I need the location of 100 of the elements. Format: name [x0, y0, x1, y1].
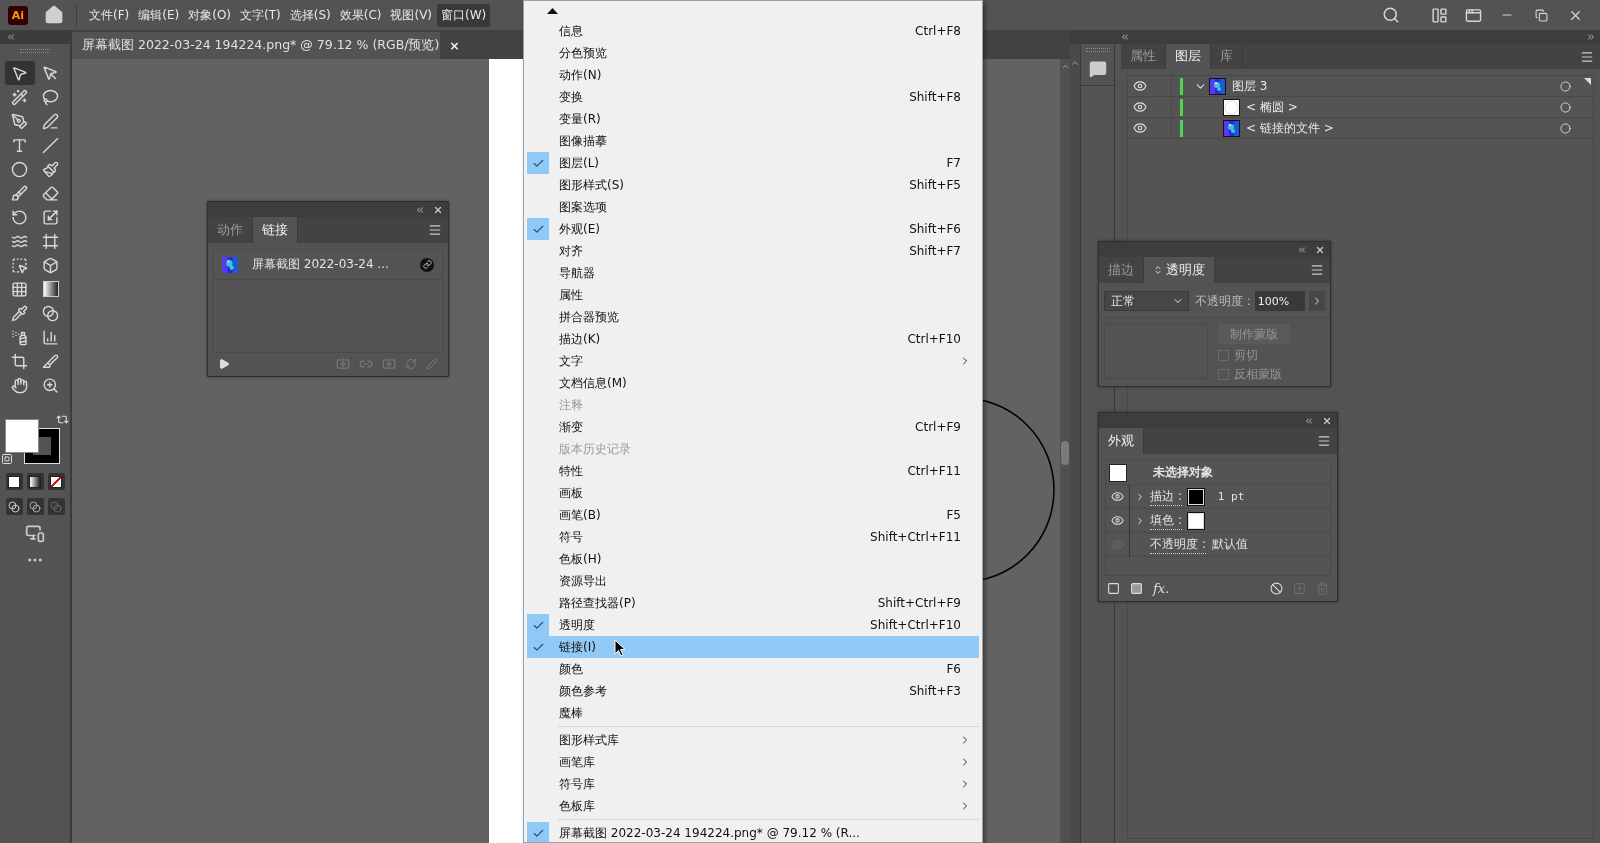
home-icon[interactable] — [44, 5, 64, 25]
panel-tab[interactable]: 链接 — [253, 217, 298, 243]
blend-mode-select[interactable]: 正常 — [1104, 291, 1189, 311]
menu-item[interactable]: 路径查找器(P) Shift+Ctrl+F9 — [527, 592, 979, 614]
type-icon[interactable] — [11, 136, 28, 154]
magic-wand-icon[interactable] — [11, 88, 28, 106]
add-fill-icon[interactable] — [1130, 582, 1143, 595]
layer-name[interactable]: < 椭圆 > — [1246, 98, 1298, 116]
direct-selection-icon[interactable] — [42, 64, 59, 82]
menu-item[interactable]: 分色预览 — [527, 42, 979, 64]
menu-item[interactable]: 文字 — [527, 350, 979, 372]
panel-tab[interactable]: 库 — [1211, 44, 1243, 69]
menu-icon[interactable] — [428, 223, 442, 237]
close-icon[interactable] — [1315, 244, 1325, 255]
scrollbar[interactable] — [1060, 59, 1070, 843]
line-icon[interactable] — [42, 136, 59, 154]
menu-item[interactable]: 颜色参考 Shift+F3 — [527, 680, 979, 702]
target-icon[interactable] — [1560, 80, 1571, 92]
search-icon[interactable] — [1382, 6, 1400, 24]
menu-item[interactable]: 图像描摹 — [527, 130, 979, 152]
close-icon[interactable] — [1322, 415, 1332, 426]
menu-item[interactable]: 画板 — [527, 482, 979, 504]
menu-item[interactable]: 变换 Shift+F8 — [527, 86, 979, 108]
symbol-sprayer-icon[interactable] — [11, 328, 28, 346]
blend-icon[interactable] — [42, 304, 59, 322]
none-mode-icon[interactable] — [50, 475, 62, 488]
rotate-icon[interactable] — [11, 208, 28, 226]
curvature-pen-icon[interactable] — [42, 112, 59, 130]
panel-tab[interactable]: 透明度 — [1144, 257, 1215, 283]
attribute-link[interactable]: 填色 : — [1150, 511, 1182, 530]
draw-normal-icon[interactable] — [8, 500, 20, 513]
menu-title[interactable]: 文字(T) — [236, 3, 285, 27]
menu-item[interactable]: 拼合器预览 — [527, 306, 979, 328]
menu-item[interactable]: 变量(R) — [527, 108, 979, 130]
opacity-stepper-button[interactable] — [1308, 291, 1325, 311]
menu-icon[interactable] — [1317, 434, 1331, 448]
layer-name[interactable]: 图层 3 — [1232, 77, 1268, 95]
menu-item[interactable]: 资源导出 — [527, 570, 979, 592]
restore-icon[interactable] — [1534, 8, 1548, 22]
color-swatch[interactable] — [1187, 512, 1204, 529]
add-stroke-icon[interactable] — [1107, 582, 1120, 595]
attribute-link[interactable]: 描边 : — [1150, 487, 1182, 506]
menu-item[interactable]: 屏幕截图 2022-03-24 194224.png* @ 79.12 % (R... — [527, 822, 979, 842]
eye-icon[interactable] — [1133, 121, 1147, 135]
collapse-icon[interactable] — [1120, 32, 1130, 42]
collapse-icon[interactable] — [1297, 244, 1307, 255]
menu-title[interactable]: 文件(F) — [85, 3, 134, 27]
opacity-field[interactable]: 100% — [1254, 291, 1305, 311]
menu-item[interactable]: 图形样式库 — [527, 729, 979, 751]
scale-icon[interactable] — [42, 208, 59, 226]
bar-chart-icon[interactable] — [42, 328, 59, 346]
layer-name[interactable]: < 链接的文件 > — [1246, 119, 1334, 137]
menu-item[interactable]: 色板库 — [527, 795, 979, 817]
menu-item[interactable]: 特性 Ctrl+F11 — [527, 460, 979, 482]
play-icon[interactable] — [218, 358, 230, 371]
lasso-icon[interactable] — [42, 88, 59, 106]
menu-item[interactable]: 渐变 Ctrl+F9 — [527, 416, 979, 438]
menu-item[interactable]: 符号库 — [527, 773, 979, 795]
panel-tab[interactable]: 图层 — [1166, 44, 1211, 69]
close-tab-button[interactable]: × — [449, 38, 460, 53]
collapse-icon[interactable] — [415, 204, 425, 215]
fill-swatch[interactable] — [5, 419, 39, 453]
menu-title[interactable]: 窗口(W) — [437, 3, 491, 27]
target-icon[interactable] — [1560, 101, 1571, 113]
paintbrush-icon[interactable] — [42, 160, 59, 178]
pen-icon[interactable] — [11, 112, 28, 130]
slice-icon[interactable] — [42, 352, 59, 370]
default-colors-icon[interactable] — [1, 453, 13, 465]
clear-appearance-icon[interactable] — [1270, 582, 1283, 595]
menu-item[interactable]: 动作(N) — [527, 64, 979, 86]
menu-icon[interactable] — [1580, 49, 1594, 64]
eye-icon[interactable] — [1111, 514, 1124, 527]
menu-item[interactable]: 文档信息(M) — [527, 372, 979, 394]
scroll-thumb[interactable] — [1061, 441, 1069, 465]
collapse-icon[interactable] — [1304, 415, 1314, 426]
menu-item[interactable]: 画笔(B) F5 — [527, 504, 979, 526]
mesh-icon[interactable] — [11, 280, 28, 298]
attribute-link[interactable]: 不透明度 : — [1150, 535, 1206, 554]
panel-tab[interactable]: 外观 — [1099, 428, 1144, 454]
window-layout-icon[interactable] — [1464, 6, 1482, 24]
blob-brush-icon[interactable] — [11, 184, 28, 202]
perspective-grid-icon[interactable] — [42, 256, 59, 274]
menu-item[interactable]: 属性 — [527, 284, 979, 306]
eye-icon[interactable] — [1133, 100, 1147, 114]
menu-item[interactable]: 对齐 Shift+F7 — [527, 240, 979, 262]
color-mode-icon[interactable] — [8, 475, 20, 488]
effects-button[interactable]: fx. — [1153, 581, 1170, 596]
menu-item[interactable]: 图案选项 — [527, 196, 979, 218]
hand-icon[interactable] — [11, 376, 28, 394]
screen-mode-icon[interactable] — [25, 523, 45, 543]
menu-item[interactable]: 导航器 — [527, 262, 979, 284]
menu-item[interactable]: 透明度 Shift+Ctrl+F10 — [527, 614, 979, 636]
menu-item[interactable]: 信息 Ctrl+F8 — [527, 20, 979, 42]
menu-item[interactable]: 魔棒 — [527, 702, 979, 724]
menu-item[interactable]: 色板(H) — [527, 548, 979, 570]
draw-behind-icon[interactable] — [29, 500, 41, 513]
expand-icon[interactable] — [1586, 32, 1596, 42]
menu-title[interactable]: 选择(S) — [285, 3, 335, 27]
color-swatch[interactable] — [1187, 488, 1204, 505]
menu-item[interactable]: 链接(I) — [527, 636, 979, 658]
